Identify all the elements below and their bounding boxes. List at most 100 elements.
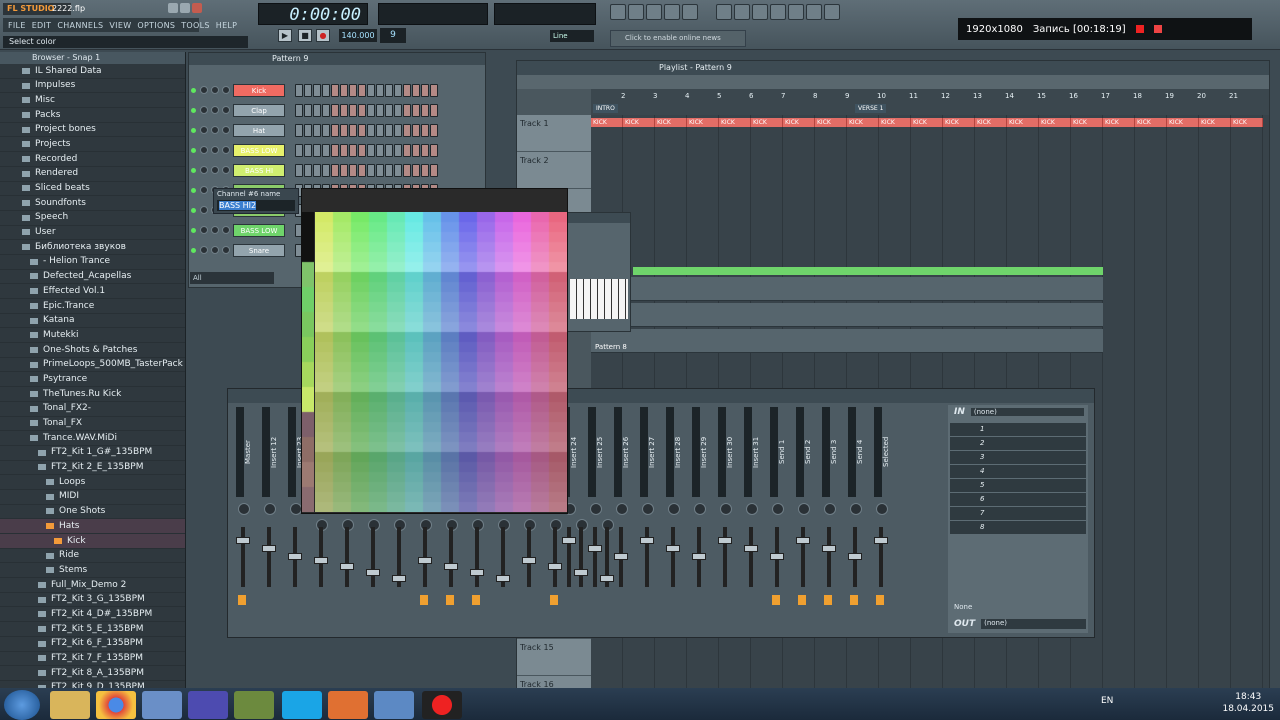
system-clock[interactable]: 18:43 18.04.2015: [1222, 691, 1274, 715]
fader-cap[interactable]: [718, 537, 732, 544]
step-button[interactable]: [331, 163, 339, 177]
browser-icon[interactable]: [682, 4, 698, 20]
step-button[interactable]: [394, 143, 402, 157]
browser-item[interactable]: FT2_Kit 1_G#_135BPM: [0, 446, 185, 461]
mixer-strip[interactable]: Send 2: [792, 407, 816, 635]
language-indicator[interactable]: EN: [1101, 696, 1113, 706]
record-button[interactable]: ●: [316, 29, 330, 42]
start-button[interactable]: [4, 690, 40, 720]
step-button[interactable]: [358, 123, 366, 137]
step-button[interactable]: [367, 143, 375, 157]
track-header[interactable]: Track 2: [517, 152, 591, 189]
browser-item[interactable]: Psytrance: [0, 372, 185, 388]
step-button[interactable]: [421, 163, 429, 177]
pattern-clip[interactable]: KICK: [1231, 118, 1263, 127]
browser-item[interactable]: Speech: [0, 211, 185, 226]
mixer-strip[interactable]: [570, 407, 594, 635]
step-button[interactable]: [358, 143, 366, 157]
step-button[interactable]: [349, 123, 357, 137]
channel-mute-led[interactable]: [191, 107, 196, 113]
step-button[interactable]: [295, 83, 303, 97]
step-button[interactable]: [430, 163, 438, 177]
browser-item[interactable]: IL Shared Data: [0, 64, 185, 79]
pattern-selector[interactable]: 9: [380, 28, 406, 43]
pattern-clip[interactable]: [591, 277, 1103, 301]
step-button[interactable]: [313, 143, 321, 157]
tool-icon[interactable]: [788, 4, 804, 20]
fader-cap[interactable]: [444, 563, 458, 570]
step-button[interactable]: [385, 143, 393, 157]
volume-fader[interactable]: [827, 527, 831, 587]
fader-cap[interactable]: [262, 545, 276, 552]
step-button[interactable]: [385, 83, 393, 97]
pattern-clip[interactable]: KICK: [975, 118, 1007, 127]
audio-icon[interactable]: [328, 691, 368, 719]
step-button[interactable]: [349, 103, 357, 117]
step-button[interactable]: [421, 83, 429, 97]
volume-fader[interactable]: [345, 527, 349, 587]
play-button[interactable]: ▶: [278, 29, 292, 42]
pan-knob[interactable]: [200, 206, 208, 214]
timeline-ruler[interactable]: 2 3 4 5 6 7 8 9 10 11 12 13 14 15 16 17 18 19 20 21 INTRO VER…: [591, 89, 1269, 115]
step-button[interactable]: [430, 83, 438, 97]
channel-button[interactable]: Kick: [233, 83, 285, 97]
effect-slot[interactable]: 1: [950, 423, 1086, 436]
step-button[interactable]: [295, 123, 303, 137]
step-button[interactable]: [394, 123, 402, 137]
step-button[interactable]: [403, 163, 411, 177]
fader-cap[interactable]: [692, 553, 706, 560]
volume-knob[interactable]: [211, 246, 219, 254]
step-button[interactable]: [367, 83, 375, 97]
tool-icon[interactable]: [734, 4, 750, 20]
step-button[interactable]: [376, 123, 384, 137]
pan-knob[interactable]: [798, 503, 810, 515]
channel-button[interactable]: Snare: [233, 243, 285, 257]
volume-knob[interactable]: [211, 106, 219, 114]
volume-knob[interactable]: [211, 126, 219, 134]
step-button[interactable]: [385, 163, 393, 177]
menu-channels[interactable]: CHANNELS: [57, 21, 103, 30]
channel-button[interactable]: BASS LOW: [233, 143, 285, 157]
step-button[interactable]: [412, 163, 420, 177]
channel-mute-led[interactable]: [191, 227, 196, 233]
step-button[interactable]: [304, 83, 312, 97]
menu-help[interactable]: HELP: [216, 21, 238, 30]
step-button[interactable]: [385, 103, 393, 117]
volume-fader[interactable]: [723, 527, 727, 587]
fader-cap[interactable]: [418, 557, 432, 564]
pan-knob[interactable]: [200, 106, 208, 114]
browser-item[interactable]: FT2_Kit 2_E_135BPM: [0, 461, 185, 476]
step-button[interactable]: [331, 83, 339, 97]
fader-cap[interactable]: [288, 553, 302, 560]
pan-knob[interactable]: [746, 503, 758, 515]
track-header[interactable]: Track 15: [517, 639, 591, 676]
pattern-clip[interactable]: KICK: [943, 118, 975, 127]
browser-item[interactable]: FT2_Kit 3_G_135BPM: [0, 593, 185, 608]
step-button[interactable]: [340, 103, 348, 117]
mixer-strip[interactable]: Send 1: [766, 407, 790, 635]
step-button[interactable]: [340, 163, 348, 177]
browser-item[interactable]: - Helion Trance: [0, 255, 185, 270]
menu-file[interactable]: FILE: [8, 21, 26, 30]
step-button[interactable]: [421, 143, 429, 157]
app-icon[interactable]: [374, 691, 414, 719]
step-button[interactable]: [376, 163, 384, 177]
step-button[interactable]: [376, 103, 384, 117]
step-button[interactable]: [376, 143, 384, 157]
fader-cap[interactable]: [496, 575, 510, 582]
step-button[interactable]: [331, 123, 339, 137]
step-button[interactable]: [304, 123, 312, 137]
volume-knob[interactable]: [211, 166, 219, 174]
channel-mute-led[interactable]: [191, 87, 196, 93]
step-button[interactable]: [340, 123, 348, 137]
pattern-clip[interactable]: [591, 329, 1103, 353]
maximize-button[interactable]: [180, 3, 190, 13]
pan-knob[interactable]: [200, 146, 208, 154]
fader-cap[interactable]: [600, 575, 614, 582]
app-icon[interactable]: [188, 691, 228, 719]
pattern-clip[interactable]: KICK: [719, 118, 751, 127]
pattern-clip[interactable]: KICK: [687, 118, 719, 127]
stop-button[interactable]: ■: [298, 29, 312, 42]
fl-studio-icon[interactable]: [234, 691, 274, 719]
step-button[interactable]: [367, 123, 375, 137]
